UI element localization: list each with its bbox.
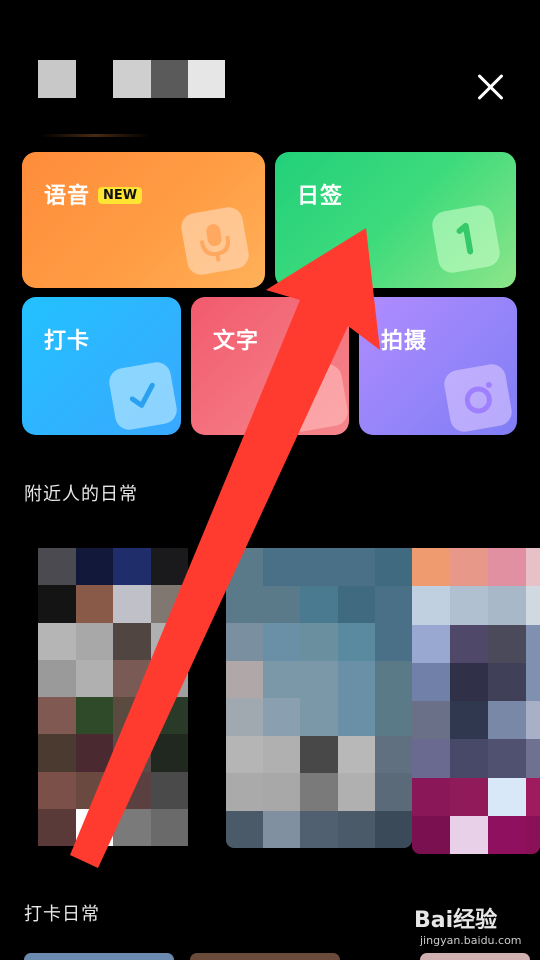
arrow-shape bbox=[70, 228, 380, 868]
annotation-arrow bbox=[70, 228, 380, 868]
watermark-brand: Bai经验 bbox=[414, 908, 498, 933]
watermark-url: jingyan.baidu.com bbox=[420, 934, 522, 947]
